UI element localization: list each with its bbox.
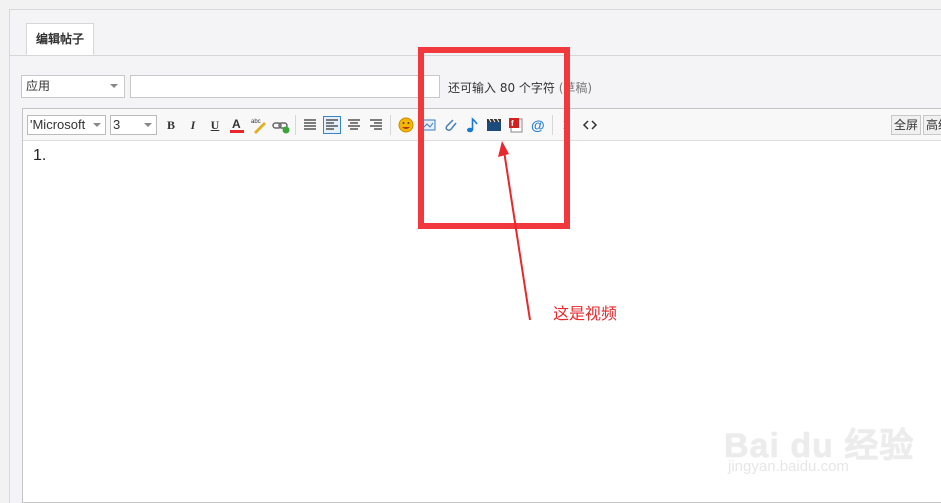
chevron-down-icon [110, 84, 118, 88]
code-icon [582, 120, 598, 130]
emoticon-button[interactable] [397, 116, 415, 134]
font-color-icon: A [230, 117, 244, 133]
font-size-select[interactable]: 3 [110, 115, 157, 135]
annotation-label: 这是视频 [553, 304, 618, 323]
align-justify-icon [304, 119, 316, 130]
category-select[interactable]: 应用 [21, 75, 125, 98]
bold-button[interactable]: B [162, 116, 180, 134]
editor-content[interactable]: 1. [33, 147, 46, 165]
source-code-button[interactable] [581, 116, 599, 134]
link-icon [272, 122, 290, 134]
align-left-icon [326, 119, 338, 130]
smiley-icon [398, 117, 414, 133]
title-input[interactable] [130, 75, 440, 98]
remove-link-button[interactable] [272, 116, 290, 134]
align-right-icon [370, 119, 382, 130]
align-left-button[interactable] [323, 116, 341, 134]
fullscreen-button[interactable]: 全屏 [891, 115, 922, 135]
font-family-value: 'Microsoft [30, 117, 86, 132]
spellcheck-button[interactable]: abc [250, 116, 268, 134]
chevron-down-icon [93, 123, 101, 127]
align-center-button[interactable] [345, 116, 363, 134]
annotation-arrow-icon [498, 141, 531, 321]
underline-button[interactable]: U [206, 116, 224, 134]
toolbar-divider [295, 115, 296, 135]
tab-edit-post[interactable]: 编辑帖子 [26, 23, 94, 55]
align-justify-button[interactable] [301, 116, 319, 134]
category-select-value: 应用 [26, 79, 51, 93]
align-right-button[interactable] [367, 116, 385, 134]
font-size-value: 3 [113, 117, 121, 132]
watermark: Bai du 经验 jingyan.baidu.com [718, 400, 913, 490]
toolbar-divider [390, 115, 391, 135]
chevron-down-icon [144, 123, 152, 127]
watermark-site: jingyan.baidu.com [728, 458, 849, 475]
font-family-select[interactable]: 'Microsoft [27, 115, 106, 135]
svg-text:abc: abc [251, 119, 261, 125]
svg-text:A: A [232, 117, 241, 131]
spellcheck-icon: abc [251, 119, 266, 134]
font-color-button[interactable]: A [228, 116, 246, 134]
advanced-button[interactable]: 高级 [923, 115, 941, 135]
italic-button[interactable]: I [184, 116, 202, 134]
align-center-icon [348, 119, 360, 130]
